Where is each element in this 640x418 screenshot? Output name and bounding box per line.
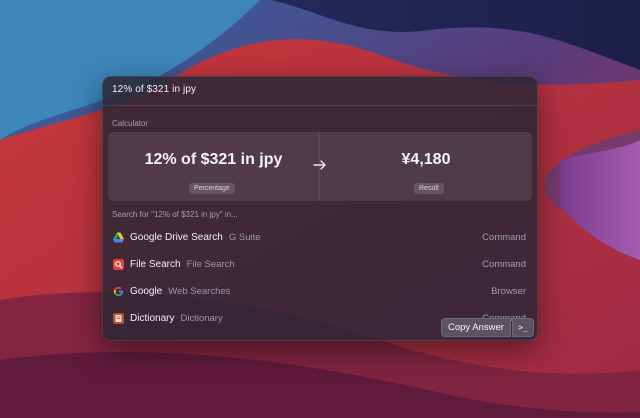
result-title: Google <box>130 286 163 297</box>
result-title: File Search <box>130 259 181 270</box>
list-item[interactable]: File Search File Search Command <box>102 251 538 278</box>
result-kind: Command <box>482 259 526 270</box>
calculator-section-title: Calculator <box>112 119 149 128</box>
result-kind: Command <box>482 232 526 243</box>
calculator-expression: 12% of $321 in jpy <box>144 151 283 168</box>
result-title: Google Drive Search <box>130 232 223 243</box>
terminal-button[interactable]: >_ <box>511 318 534 337</box>
search-bar[interactable]: 12% of $321 in jpy <box>102 76 538 106</box>
expression-type-badge: Percentage <box>189 183 235 194</box>
result-title: Dictionary <box>130 313 175 324</box>
copy-answer-button[interactable]: Copy Answer <box>441 318 511 337</box>
file-search-icon <box>113 259 124 270</box>
google-drive-icon <box>113 232 124 243</box>
result-subtitle: Dictionary <box>180 313 223 324</box>
calculator-result: ¥4,180 <box>401 151 451 168</box>
result-subtitle: G Suite <box>228 232 261 243</box>
result-subtitle: File Search <box>186 259 235 270</box>
result-badge: Result <box>414 183 444 194</box>
list-item[interactable]: Google Web Searches Browser <box>102 278 538 305</box>
result-kind: Browser <box>491 286 526 297</box>
google-icon <box>113 286 124 297</box>
search-input[interactable]: 12% of $321 in jpy <box>112 84 196 95</box>
search-for-header: Search for "12% of $321 in jpy" in... <box>112 210 238 219</box>
dictionary-icon <box>113 313 124 324</box>
result-subtitle: Web Searches <box>168 286 231 297</box>
calculator-result-card[interactable]: 12% of $321 in jpy ¥4,180 Percentage Res… <box>108 132 532 201</box>
action-bar: Copy Answer >_ <box>441 318 534 337</box>
launcher-window: 12% of $321 in jpy Calculator 12% of $32… <box>102 76 538 341</box>
list-item[interactable]: Google Drive Search G Suite Command <box>102 224 538 251</box>
